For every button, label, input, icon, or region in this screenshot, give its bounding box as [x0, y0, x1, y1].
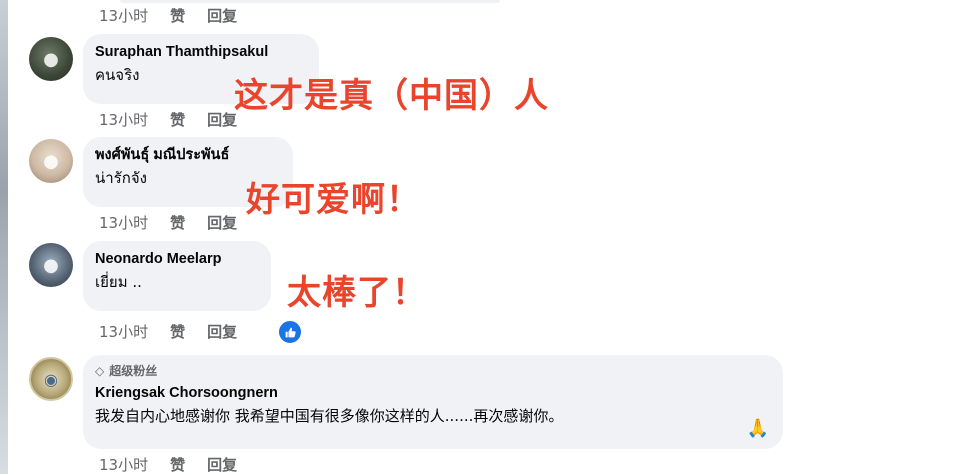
background-strip: [0, 0, 8, 474]
reply-button[interactable]: 回复: [207, 5, 237, 26]
comment-time[interactable]: 13小时: [99, 454, 148, 475]
caption-overlay: 太棒了！: [287, 273, 427, 313]
caption-overlay: 好可爱啊！: [246, 180, 421, 220]
comment-meta-row: 13小时 赞 回复: [99, 5, 237, 26]
comment-author[interactable]: Neonardo Meelarp: [95, 249, 259, 269]
reply-button[interactable]: 回复: [207, 454, 237, 475]
caption-overlay: 这才是真（中国）人: [234, 76, 549, 116]
person-icon: ●: [43, 48, 59, 70]
like-button[interactable]: 赞: [170, 109, 185, 130]
reply-button[interactable]: 回复: [207, 212, 237, 233]
comment-meta-row: 13小时 赞 回复: [99, 321, 237, 342]
like-button[interactable]: 赞: [170, 212, 185, 233]
like-button[interactable]: 赞: [170, 5, 185, 26]
thumbs-up-icon: [285, 327, 296, 337]
reply-button[interactable]: 回复: [207, 321, 237, 342]
comment-time[interactable]: 13小时: [99, 109, 148, 130]
avatar[interactable]: ◉: [29, 357, 73, 401]
comment-meta-row: 13小时 赞 回复: [99, 454, 237, 475]
avatar[interactable]: ●: [29, 243, 73, 287]
person-icon: ●: [43, 150, 59, 172]
top-fan-badge[interactable]: ◇ 超级粉丝: [95, 363, 771, 379]
comment-text: เยี่ยม ..: [95, 273, 142, 291]
emblem-icon: ◉: [44, 369, 58, 389]
comment-time[interactable]: 13小时: [99, 5, 148, 26]
comment-bubble: ◇ 超级粉丝 Kriengsak Chorsoongnern 我发自内心地感谢你…: [83, 355, 783, 449]
comment-bubble: Neonardo Meelarp เยี่ยม ..: [83, 241, 271, 311]
comment-meta-row: 13小时 赞 回复: [99, 212, 237, 233]
like-button[interactable]: 赞: [170, 321, 185, 342]
comment-meta-row: 13小时 赞 回复: [99, 109, 237, 130]
top-fan-label: 超级粉丝: [109, 364, 158, 378]
comment-author[interactable]: พงศ์พันธุ์ มณีประพันธ์: [95, 145, 281, 165]
comment-author[interactable]: Suraphan Thamthipsakul: [95, 42, 307, 62]
avatar[interactable]: ●: [29, 139, 73, 183]
comment-time[interactable]: 13小时: [99, 212, 148, 233]
folded-hands-emoji-icon: 🙏: [746, 418, 769, 439]
reply-button[interactable]: 回复: [207, 109, 237, 130]
comment-author[interactable]: Kriengsak Chorsoongnern: [95, 383, 771, 403]
like-icon[interactable]: [277, 319, 303, 345]
comment-text: 我发自内心地感谢你 我希望中国有很多像你这样的人......再次感谢你。: [95, 407, 564, 425]
like-button[interactable]: 赞: [170, 454, 185, 475]
person-icon: ●: [43, 254, 59, 276]
previous-comment-bubble-edge: [120, 0, 500, 3]
comment-time[interactable]: 13小时: [99, 321, 148, 342]
avatar[interactable]: ●: [29, 37, 73, 81]
diamond-icon: ◇: [95, 364, 105, 378]
